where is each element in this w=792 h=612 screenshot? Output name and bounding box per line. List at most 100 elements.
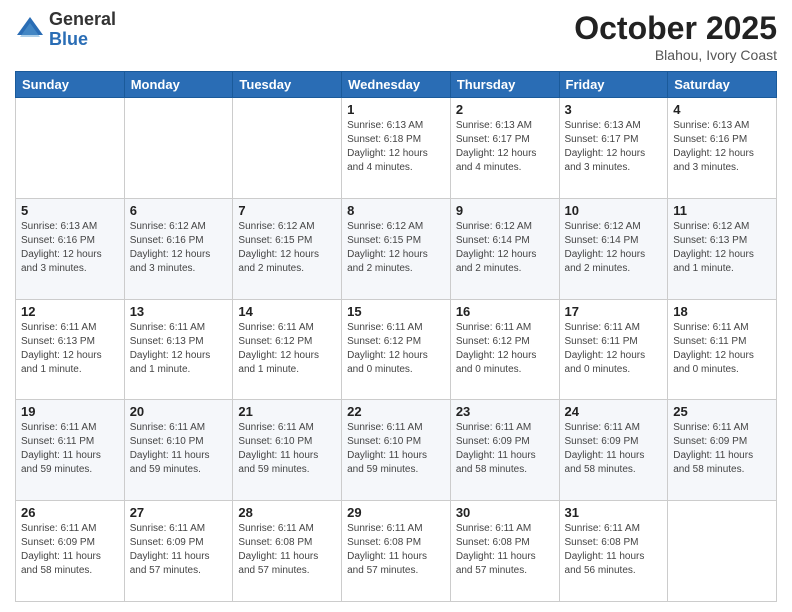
calendar-cell: 11 Sunrise: 6:12 AM Sunset: 6:13 PM Dayli… xyxy=(668,198,777,299)
day-number: 8 xyxy=(347,203,445,218)
calendar-week-1: 1Sunrise: 6:13 AM Sunset: 6:18 PM Daylig… xyxy=(16,98,777,199)
calendar-cell: 26 Sunrise: 6:11 AM Sunset: 6:09 PM Dayli… xyxy=(16,501,125,602)
calendar-cell: 28Sunrise: 6:11 AM Sunset: 6:08 PM Dayli… xyxy=(233,501,342,602)
calendar-week-3: 12 Sunrise: 6:11 AM Sunset: 6:13 PM Dayli… xyxy=(16,299,777,400)
header: General Blue October 2025 Blahou, Ivory … xyxy=(15,10,777,63)
day-number: 19 xyxy=(21,404,119,419)
day-number: 11 xyxy=(673,203,771,218)
day-info: Sunrise: 6:11 AM Sunset: 6:08 PM Dayligh… xyxy=(347,522,445,578)
day-info: Sunrise: 6:11 AM Sunset: 6:13 PM Dayligh… xyxy=(21,321,119,377)
calendar-cell: 9 Sunrise: 6:12 AM Sunset: 6:14 PM Daylig… xyxy=(450,198,559,299)
day-number: 23 xyxy=(456,404,554,419)
day-info: Sunrise: 6:11 AM Sunset: 6:10 PM Dayligh… xyxy=(130,421,228,477)
day-number: 18 xyxy=(673,304,771,319)
day-info: Sunrise: 6:12 AM Sunset: 6:14 PM Dayligh… xyxy=(565,220,663,276)
logo: General Blue xyxy=(15,10,116,50)
day-number: 17 xyxy=(565,304,663,319)
calendar-cell: 22 Sunrise: 6:11 AM Sunset: 6:10 PM Dayli… xyxy=(342,400,451,501)
calendar-cell xyxy=(233,98,342,199)
day-info: Sunrise: 6:13 AM Sunset: 6:16 PM Dayligh… xyxy=(21,220,119,276)
calendar-cell: 8 Sunrise: 6:12 AM Sunset: 6:15 PM Daylig… xyxy=(342,198,451,299)
day-number: 2 xyxy=(456,102,554,117)
day-info: Sunrise: 6:12 AM Sunset: 6:13 PM Dayligh… xyxy=(673,220,771,276)
calendar-cell: 27 Sunrise: 6:11 AM Sunset: 6:09 PM Dayli… xyxy=(124,501,233,602)
day-number: 10 xyxy=(565,203,663,218)
calendar-cell: 24Sunrise: 6:11 AM Sunset: 6:09 PM Dayli… xyxy=(559,400,668,501)
calendar-cell: 6Sunrise: 6:12 AM Sunset: 6:16 PM Daylig… xyxy=(124,198,233,299)
calendar-cell: 25Sunrise: 6:11 AM Sunset: 6:09 PM Dayli… xyxy=(668,400,777,501)
day-info: Sunrise: 6:11 AM Sunset: 6:09 PM Dayligh… xyxy=(565,421,663,477)
weekday-header-row: SundayMondayTuesdayWednesdayThursdayFrid… xyxy=(16,72,777,98)
day-info: Sunrise: 6:11 AM Sunset: 6:11 PM Dayligh… xyxy=(565,321,663,377)
calendar-cell: 18 Sunrise: 6:11 AM Sunset: 6:11 PM Dayli… xyxy=(668,299,777,400)
day-info: Sunrise: 6:11 AM Sunset: 6:08 PM Dayligh… xyxy=(565,522,663,578)
calendar-cell: 5Sunrise: 6:13 AM Sunset: 6:16 PM Daylig… xyxy=(16,198,125,299)
day-info: Sunrise: 6:11 AM Sunset: 6:13 PM Dayligh… xyxy=(130,321,228,377)
day-info: Sunrise: 6:11 AM Sunset: 6:08 PM Dayligh… xyxy=(456,522,554,578)
day-number: 1 xyxy=(347,102,445,117)
calendar-cell: 4 Sunrise: 6:13 AM Sunset: 6:16 PM Daylig… xyxy=(668,98,777,199)
calendar-cell: 14 Sunrise: 6:11 AM Sunset: 6:12 PM Dayli… xyxy=(233,299,342,400)
weekday-header-sunday: Sunday xyxy=(16,72,125,98)
day-number: 4 xyxy=(673,102,771,117)
day-number: 30 xyxy=(456,505,554,520)
day-info: Sunrise: 6:13 AM Sunset: 6:17 PM Dayligh… xyxy=(565,119,663,175)
day-number: 7 xyxy=(238,203,336,218)
day-info: Sunrise: 6:11 AM Sunset: 6:10 PM Dayligh… xyxy=(238,421,336,477)
day-number: 6 xyxy=(130,203,228,218)
day-info: Sunrise: 6:11 AM Sunset: 6:10 PM Dayligh… xyxy=(347,421,445,477)
day-number: 9 xyxy=(456,203,554,218)
day-number: 20 xyxy=(130,404,228,419)
day-number: 13 xyxy=(130,304,228,319)
logo-general: General xyxy=(49,10,116,30)
day-number: 27 xyxy=(130,505,228,520)
day-number: 3 xyxy=(565,102,663,117)
month-title: October 2025 xyxy=(574,10,777,47)
day-info: Sunrise: 6:11 AM Sunset: 6:12 PM Dayligh… xyxy=(238,321,336,377)
day-number: 29 xyxy=(347,505,445,520)
day-number: 25 xyxy=(673,404,771,419)
calendar-cell: 29 Sunrise: 6:11 AM Sunset: 6:08 PM Dayli… xyxy=(342,501,451,602)
calendar-cell: 19Sunrise: 6:11 AM Sunset: 6:11 PM Dayli… xyxy=(16,400,125,501)
day-number: 28 xyxy=(238,505,336,520)
calendar-cell: 7 Sunrise: 6:12 AM Sunset: 6:15 PM Daylig… xyxy=(233,198,342,299)
day-number: 26 xyxy=(21,505,119,520)
logo-blue: Blue xyxy=(49,30,116,50)
day-info: Sunrise: 6:11 AM Sunset: 6:11 PM Dayligh… xyxy=(673,321,771,377)
calendar-cell xyxy=(124,98,233,199)
calendar-cell: 10 Sunrise: 6:12 AM Sunset: 6:14 PM Dayli… xyxy=(559,198,668,299)
day-number: 15 xyxy=(347,304,445,319)
day-info: Sunrise: 6:12 AM Sunset: 6:15 PM Dayligh… xyxy=(238,220,336,276)
calendar-cell: 12 Sunrise: 6:11 AM Sunset: 6:13 PM Dayli… xyxy=(16,299,125,400)
day-info: Sunrise: 6:13 AM Sunset: 6:17 PM Dayligh… xyxy=(456,119,554,175)
calendar-cell: 23Sunrise: 6:11 AM Sunset: 6:09 PM Dayli… xyxy=(450,400,559,501)
weekday-header-monday: Monday xyxy=(124,72,233,98)
day-info: Sunrise: 6:11 AM Sunset: 6:12 PM Dayligh… xyxy=(456,321,554,377)
calendar-cell: 30 Sunrise: 6:11 AM Sunset: 6:08 PM Dayli… xyxy=(450,501,559,602)
calendar-cell: 3 Sunrise: 6:13 AM Sunset: 6:17 PM Daylig… xyxy=(559,98,668,199)
calendar-cell: 15 Sunrise: 6:11 AM Sunset: 6:12 PM Dayli… xyxy=(342,299,451,400)
location: Blahou, Ivory Coast xyxy=(574,47,777,63)
page: General Blue October 2025 Blahou, Ivory … xyxy=(0,0,792,612)
calendar-cell: 20 Sunrise: 6:11 AM Sunset: 6:10 PM Dayli… xyxy=(124,400,233,501)
logo-icon xyxy=(15,15,45,45)
day-info: Sunrise: 6:11 AM Sunset: 6:09 PM Dayligh… xyxy=(21,522,119,578)
day-info: Sunrise: 6:11 AM Sunset: 6:09 PM Dayligh… xyxy=(130,522,228,578)
calendar-cell: 2 Sunrise: 6:13 AM Sunset: 6:17 PM Daylig… xyxy=(450,98,559,199)
calendar-cell: 13 Sunrise: 6:11 AM Sunset: 6:13 PM Dayli… xyxy=(124,299,233,400)
day-info: Sunrise: 6:13 AM Sunset: 6:16 PM Dayligh… xyxy=(673,119,771,175)
day-info: Sunrise: 6:11 AM Sunset: 6:12 PM Dayligh… xyxy=(347,321,445,377)
logo-text: General Blue xyxy=(49,10,116,50)
title-area: October 2025 Blahou, Ivory Coast xyxy=(574,10,777,63)
calendar-body: 1Sunrise: 6:13 AM Sunset: 6:18 PM Daylig… xyxy=(16,98,777,602)
day-number: 14 xyxy=(238,304,336,319)
weekday-header-friday: Friday xyxy=(559,72,668,98)
day-number: 22 xyxy=(347,404,445,419)
calendar-cell: 1Sunrise: 6:13 AM Sunset: 6:18 PM Daylig… xyxy=(342,98,451,199)
day-info: Sunrise: 6:12 AM Sunset: 6:15 PM Dayligh… xyxy=(347,220,445,276)
calendar-cell: 16Sunrise: 6:11 AM Sunset: 6:12 PM Dayli… xyxy=(450,299,559,400)
day-number: 21 xyxy=(238,404,336,419)
day-info: Sunrise: 6:12 AM Sunset: 6:14 PM Dayligh… xyxy=(456,220,554,276)
calendar-cell xyxy=(16,98,125,199)
day-number: 12 xyxy=(21,304,119,319)
